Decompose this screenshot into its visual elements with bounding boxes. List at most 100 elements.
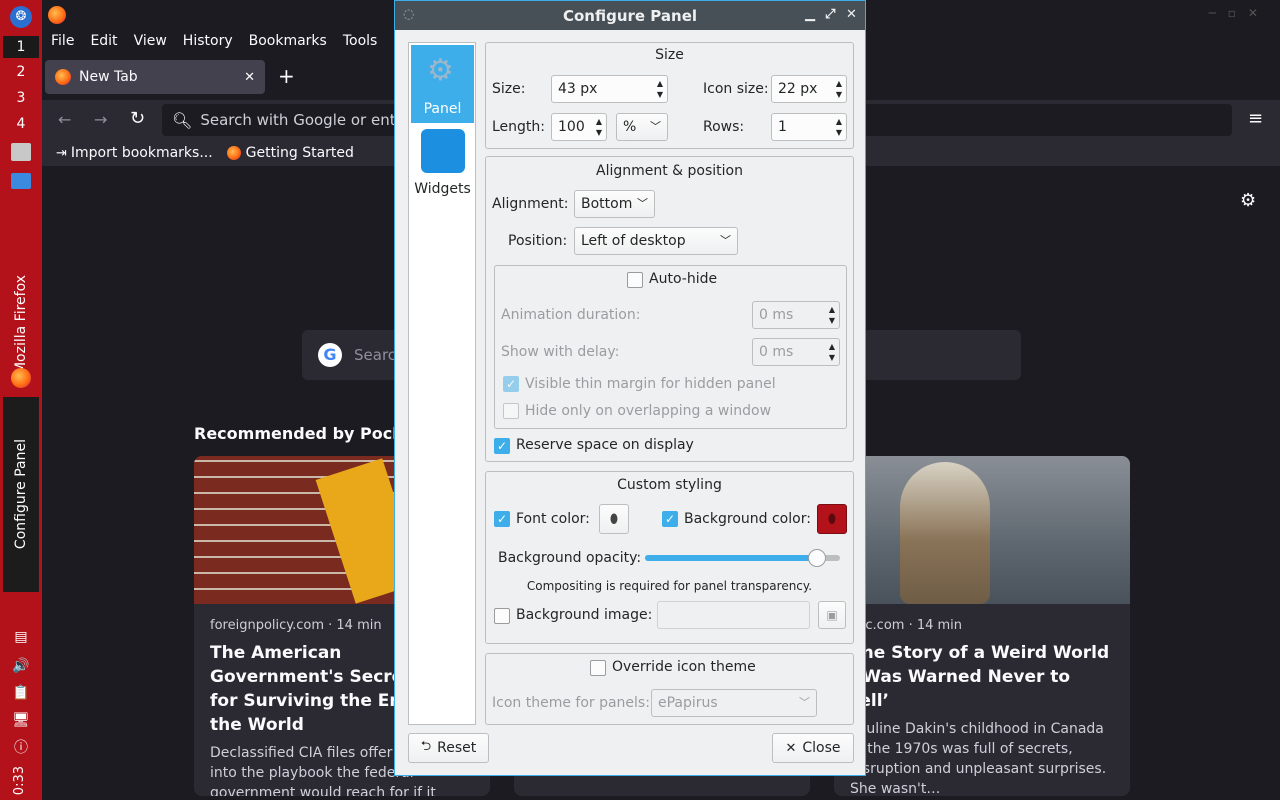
size-value: 43 px xyxy=(558,81,598,97)
new-tab-button[interactable]: + xyxy=(278,64,295,88)
sidebar-item-label: Widgets xyxy=(414,181,471,197)
file-manager-icon[interactable] xyxy=(11,143,31,161)
spin-arrows-icon[interactable]: ▲ ▼ xyxy=(657,78,663,100)
desktop-switch-4[interactable]: 4 xyxy=(0,116,42,132)
font-color-label: Font color: xyxy=(516,511,590,527)
icon-size-label: Icon size: xyxy=(703,81,769,97)
font-color-button[interactable]: ⬮ xyxy=(599,504,629,534)
group-title: Custom styling xyxy=(617,477,722,493)
font-color-checkbox[interactable]: ✓ xyxy=(494,511,510,527)
desktop-switch-1[interactable]: 1 xyxy=(3,36,39,58)
length-value: 100 xyxy=(558,119,585,135)
animation-duration-label: Animation duration: xyxy=(501,307,641,323)
tab-new-tab[interactable]: New Tab ✕ xyxy=(45,60,265,94)
reset-button[interactable]: ⮌ Reset xyxy=(408,733,489,763)
icon-theme-combo[interactable]: ePapirus ﹀ xyxy=(651,689,817,717)
bg-color-label: Background color: xyxy=(684,511,811,527)
search-icon: 🔍︎ xyxy=(172,110,193,130)
menu-tools[interactable]: Tools xyxy=(335,30,386,52)
sidebar-item-widgets[interactable]: Widgets xyxy=(411,125,474,203)
reset-label: Reset xyxy=(437,740,477,756)
task-label: Configure Panel xyxy=(13,439,29,550)
hide-overlap-checkbox[interactable] xyxy=(503,403,519,419)
clock[interactable]: 0:33 xyxy=(12,766,27,795)
back-icon[interactable]: ← xyxy=(58,110,71,129)
animation-duration-spinbox[interactable]: 0 ms ▲ ▼ xyxy=(752,301,840,329)
bg-image-browse-button[interactable]: ▣ xyxy=(818,601,846,629)
menubar: File Edit View History Bookmarks Tools H… xyxy=(43,30,433,52)
spin-arrows-icon[interactable]: ▲ ▼ xyxy=(836,78,842,100)
sidebar-item-panel[interactable]: ⚙ Panel xyxy=(411,45,474,123)
minimize-icon[interactable]: ▁ xyxy=(805,7,815,22)
size-spinbox[interactable]: 43 px ▲ ▼ xyxy=(551,75,668,103)
group-title: Alignment & position xyxy=(596,163,743,179)
thin-margin-checkbox[interactable]: ✓ xyxy=(503,376,519,392)
position-combo[interactable]: Left of desktop ﹀ xyxy=(574,227,738,255)
settings-gear-icon[interactable]: ⚙ xyxy=(1240,190,1256,211)
dialog-title: Configure Panel xyxy=(562,6,698,25)
task-configure-panel[interactable]: Configure Panel xyxy=(3,397,39,592)
bg-image-label: Background image: xyxy=(516,607,653,623)
pocket-heading: Recommended by Pocket xyxy=(194,424,421,443)
bg-image-field[interactable] xyxy=(657,601,810,629)
menu-bookmarks[interactable]: Bookmarks xyxy=(241,30,335,52)
close-button[interactable]: ✕ Close xyxy=(772,733,854,763)
configure-panel-dialog: ◌ Configure Panel ▁ ⤢ ✕ ⚙ Panel Widgets … xyxy=(394,0,866,776)
menu-history[interactable]: History xyxy=(175,30,241,52)
reserve-space-checkbox[interactable]: ✓ xyxy=(494,438,510,454)
getting-started-icon xyxy=(226,146,241,160)
pocket-card-3[interactable]: cbc.com · 14 min The Story of a Weird Wo… xyxy=(834,456,1130,796)
rows-spinbox[interactable]: 1 ▲ ▼ xyxy=(771,113,847,141)
update-notifier-icon[interactable]: ⓘ xyxy=(11,738,31,756)
bg-color-button[interactable]: ⬮ xyxy=(817,504,847,534)
group-title: Size xyxy=(655,47,684,63)
hamburger-menu-icon[interactable]: ≡ xyxy=(1248,108,1263,129)
menu-file[interactable]: File xyxy=(43,30,82,52)
override-icon-theme-checkbox[interactable] xyxy=(590,660,606,676)
slider-handle[interactable] xyxy=(808,549,826,567)
import-bookmarks-icon: ⇥ xyxy=(56,145,67,161)
show-delay-value: 0 ms xyxy=(759,344,794,360)
spin-arrows-icon[interactable]: ▲ ▼ xyxy=(596,116,602,138)
rows-value: 1 xyxy=(778,119,787,135)
bookmark-import[interactable]: Import bookmarks... xyxy=(71,145,213,161)
image-icon: ▣ xyxy=(826,608,838,622)
bookmark-getting-started[interactable]: Getting Started xyxy=(246,145,354,161)
desktop-switch-3[interactable]: 3 xyxy=(0,90,42,106)
close-window-icon[interactable]: ✕ xyxy=(846,7,857,22)
show-delay-spinbox[interactable]: 0 ms ▲ ▼ xyxy=(752,338,840,366)
close-icon: ✕ xyxy=(785,740,797,756)
close-label: Close xyxy=(802,740,841,756)
menu-edit[interactable]: Edit xyxy=(82,30,125,52)
spin-arrows-icon[interactable]: ▲ ▼ xyxy=(829,304,835,326)
menu-view[interactable]: View xyxy=(126,30,175,52)
show-desktop-icon[interactable] xyxy=(11,173,31,189)
chevron-down-icon: ﹀ xyxy=(650,120,661,133)
clipboard-icon[interactable]: 📋 xyxy=(11,684,31,702)
battery-icon[interactable]: ▤ xyxy=(11,628,31,646)
position-value: Left of desktop xyxy=(581,233,686,249)
spin-arrows-icon[interactable]: ▲ ▼ xyxy=(836,116,842,138)
maximize-icon[interactable]: ⤢ xyxy=(825,7,835,22)
alignment-label: Alignment: xyxy=(492,196,569,212)
alignment-combo[interactable]: Bottom ﹀ xyxy=(574,190,655,218)
length-spinbox[interactable]: 100 ▲ ▼ xyxy=(551,113,607,141)
bg-color-checkbox[interactable]: ✓ xyxy=(662,511,678,527)
bg-image-checkbox[interactable] xyxy=(494,608,510,624)
bg-opacity-slider[interactable] xyxy=(645,549,840,567)
forward-icon[interactable]: → xyxy=(94,110,107,129)
config-sidebar: ⚙ Panel Widgets xyxy=(408,42,476,725)
hide-overlap-label: Hide only on overlapping a window xyxy=(525,403,772,419)
network-icon[interactable]: 🖥 xyxy=(11,711,31,729)
volume-icon[interactable]: 🔊 xyxy=(11,657,31,675)
spin-arrows-icon[interactable]: ▲ ▼ xyxy=(829,341,835,363)
autohide-checkbox[interactable] xyxy=(627,272,643,288)
desktop-switch-2[interactable]: 2 xyxy=(0,64,42,80)
main-menu-icon[interactable]: ❂ xyxy=(10,6,32,28)
reload-icon[interactable]: ↻ xyxy=(130,108,145,129)
close-tab-icon[interactable]: ✕ xyxy=(244,70,255,85)
animation-duration-value: 0 ms xyxy=(759,307,794,323)
length-unit-combo[interactable]: % ﹀ xyxy=(616,113,668,141)
icon-size-spinbox[interactable]: 22 px ▲ ▼ xyxy=(771,75,847,103)
length-label: Length: xyxy=(492,119,546,135)
